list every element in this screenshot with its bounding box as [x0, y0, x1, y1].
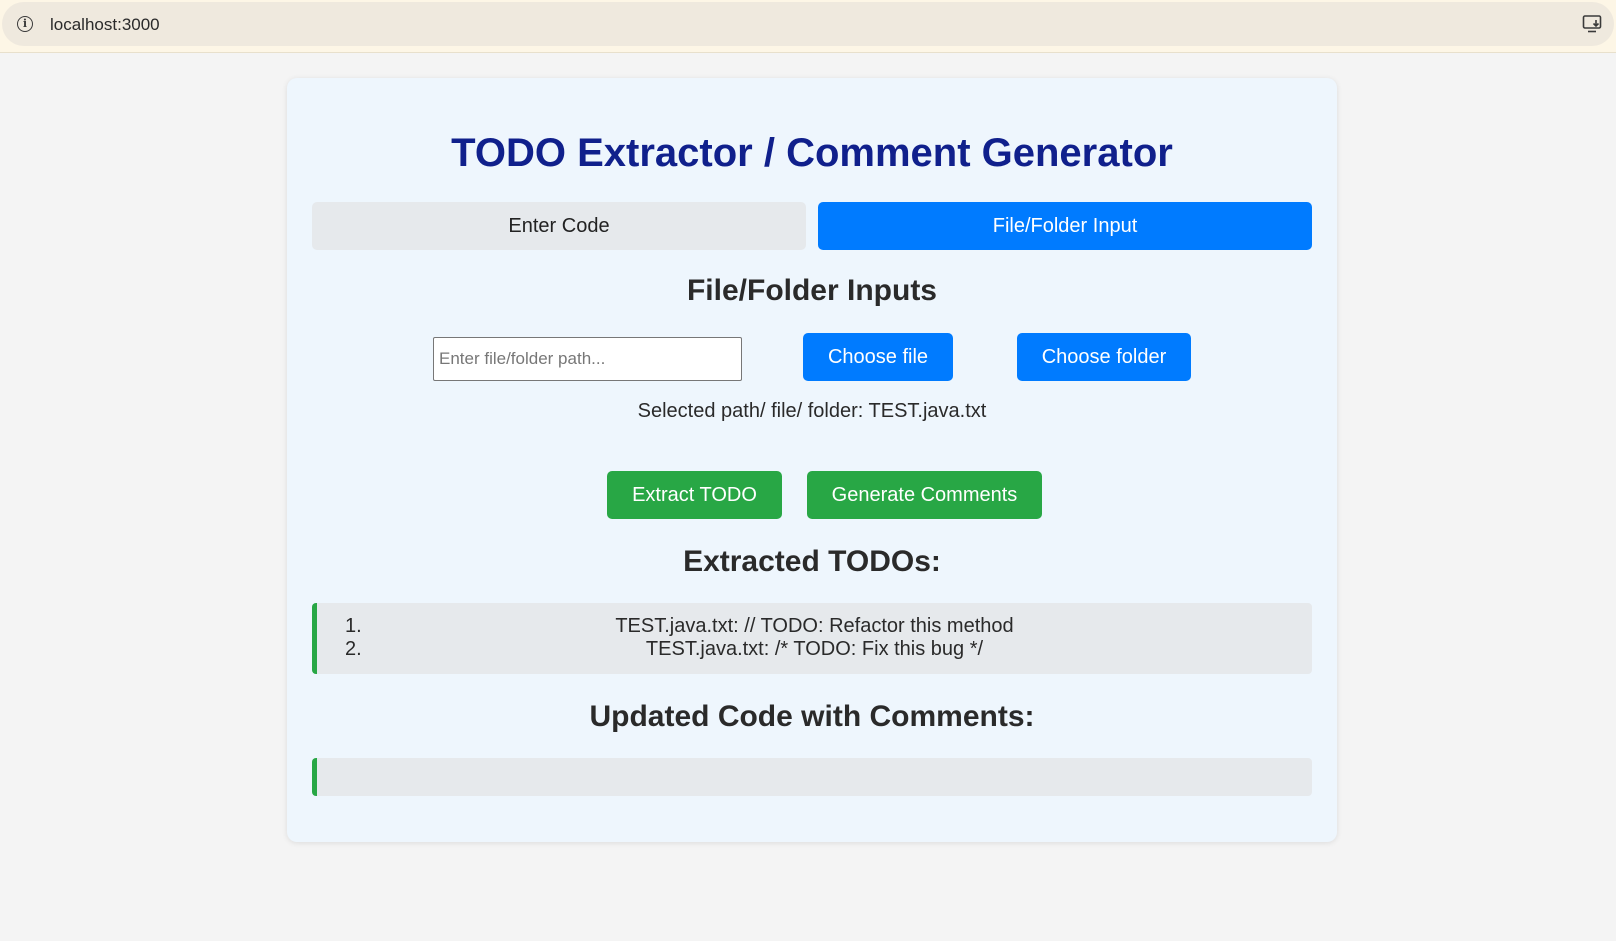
path-input[interactable] — [433, 337, 742, 381]
page-title: TODO Extractor / Comment Generator — [451, 131, 1173, 175]
choose-folder-button[interactable]: Choose folder — [1017, 333, 1191, 381]
todo-list: 1. TEST.java.txt: // TODO: Refactor this… — [317, 603, 1312, 661]
todo-item-number: 2. — [345, 638, 362, 660]
extracted-todos-heading: Extracted TODOs: — [683, 545, 941, 578]
todo-list-item: 1. TEST.java.txt: // TODO: Refactor this… — [317, 615, 1312, 638]
todo-list-item: 2. TEST.java.txt: /* TODO: Fix this bug … — [317, 638, 1312, 661]
extract-todo-button[interactable]: Extract TODO — [607, 471, 782, 519]
browser-toolbar: i localhost:3000 — [0, 0, 1616, 53]
url-text[interactable]: localhost:3000 — [50, 14, 160, 36]
install-app-icon[interactable] — [1582, 14, 1604, 34]
selected-path-text: Selected path/ file/ folder: TEST.java.t… — [637, 400, 987, 422]
todo-item-text: TEST.java.txt: // TODO: Refactor this me… — [615, 615, 1014, 637]
todos-result-box: 1. TEST.java.txt: // TODO: Refactor this… — [312, 603, 1312, 674]
todo-item-text: TEST.java.txt: /* TODO: Fix this bug */ — [645, 638, 984, 660]
file-folder-heading: File/Folder Inputs — [686, 274, 937, 307]
tab-enter-code[interactable]: Enter Code — [312, 202, 806, 250]
choose-file-button[interactable]: Choose file — [803, 333, 953, 381]
updated-code-box — [312, 758, 1312, 796]
generate-comments-button[interactable]: Generate Comments — [807, 471, 1042, 519]
tab-file-folder-input[interactable]: File/Folder Input — [818, 202, 1312, 250]
main-card: TODO Extractor / Comment Generator Enter… — [287, 78, 1337, 842]
todo-item-number: 1. — [345, 615, 362, 637]
address-bar[interactable]: i localhost:3000 — [2, 2, 1614, 46]
updated-code-heading: Updated Code with Comments: — [589, 700, 1035, 733]
site-info-icon[interactable]: i — [17, 16, 33, 32]
